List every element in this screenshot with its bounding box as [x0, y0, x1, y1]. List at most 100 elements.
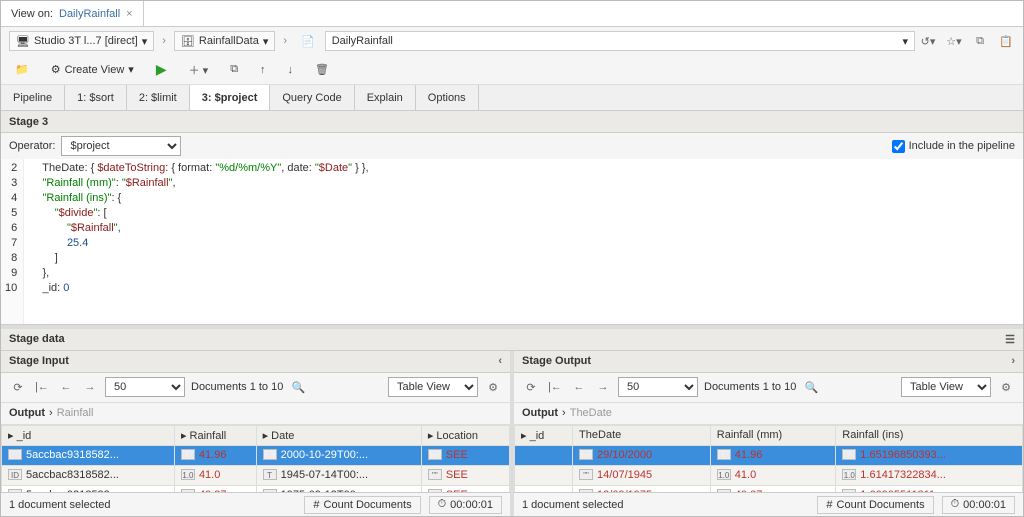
output-table[interactable]: ▸ _id TheDate Rainfall (mm) Rainfall (in…	[514, 425, 1023, 493]
table-row[interactable]: ID5accbac8318582...1.041.0T1945-07-14T00…	[2, 465, 510, 485]
stage-header: Stage 3	[1, 111, 1023, 133]
next-page-icon[interactable]: →	[81, 378, 99, 396]
refresh-icon[interactable]: ⟳	[522, 378, 540, 396]
input-tools: ⟳ |← ← → 50 Documents 1 to 10 🔍 Table Vi…	[1, 373, 510, 403]
stage-input-panel: Stage Input ‹ ⟳ |← ← → 50 Documents 1 to…	[1, 351, 510, 517]
tab-explain[interactable]: Explain	[355, 85, 416, 110]
tab-sort[interactable]: 1: $sort	[65, 85, 127, 110]
layout-icon[interactable]: ☰	[1005, 333, 1015, 346]
page-size-select[interactable]: 50	[105, 377, 185, 397]
output-label: Output	[9, 407, 45, 419]
count-documents-button[interactable]: #Count Documents	[817, 496, 933, 514]
close-icon[interactable]: ×	[126, 8, 132, 20]
table-row[interactable]: ID5accbac9318582...1.041.96T2000-10-29T0…	[2, 445, 510, 465]
output-output-path[interactable]: Output › TheDate	[514, 403, 1023, 425]
stage-output-title: Stage Output	[522, 355, 591, 367]
history-icon[interactable]: ↺▾	[919, 32, 937, 50]
page-range: Documents 1 to 10	[704, 381, 796, 393]
input-output-path[interactable]: Output › Rainfall	[1, 403, 510, 425]
tab-limit[interactable]: 2: $limit	[127, 85, 190, 110]
stage-output-panel: Stage Output › ⟳ |← ← → 50 Documents 1 t…	[514, 351, 1023, 517]
chevron-down-icon: ▾	[263, 35, 269, 48]
input-table[interactable]: ▸ _id ▸ Rainfall ▸ Date ▸ Location ID5ac…	[1, 425, 510, 493]
line-gutter: 2345678910	[1, 159, 24, 324]
col-ins: Rainfall (ins)	[842, 429, 903, 441]
gear-icon[interactable]: ⚙	[997, 378, 1015, 396]
editor-tab[interactable]: View on: DailyRainfall ×	[1, 1, 144, 26]
col-location: Location	[436, 430, 478, 442]
table-row[interactable]: ""13/09/19751.040.871.01.60905511811	[515, 485, 1023, 492]
stage-data-panels: Stage Input ‹ ⟳ |← ← → 50 Documents 1 to…	[1, 351, 1023, 517]
tab-title: DailyRainfall	[59, 8, 120, 20]
include-pipeline-checkbox[interactable]: Include in the pipeline	[892, 140, 1015, 153]
operator-label: Operator:	[9, 140, 55, 152]
output-statusbar: 1 document selected #Count Documents ⏱ 0…	[514, 492, 1023, 516]
refresh-icon[interactable]: ⟳	[9, 378, 27, 396]
run-button[interactable]: ▶	[150, 59, 173, 81]
tab-query-code[interactable]: Query Code	[270, 85, 354, 110]
search-icon[interactable]: 🔍	[289, 378, 307, 396]
prev-page-icon[interactable]: ←	[57, 378, 75, 396]
view-mode-select[interactable]: Table View	[388, 377, 478, 397]
first-page-icon[interactable]: |←	[546, 378, 564, 396]
col-id: _id	[17, 430, 32, 442]
duplicate-stage-icon[interactable]: ⧉	[224, 59, 244, 81]
table-row[interactable]: ""14/07/19451.041.01.01.61417322834...	[515, 465, 1023, 485]
chevron-right-icon: ›	[49, 407, 53, 419]
search-icon[interactable]: 🔍	[802, 378, 820, 396]
star-icon[interactable]: ☆▾	[945, 32, 963, 50]
collapse-left-icon[interactable]: ‹	[498, 355, 502, 367]
include-label: Include in the pipeline	[909, 140, 1015, 152]
folder-icon[interactable]: 📁	[9, 59, 35, 81]
time-value: 00:00:01	[450, 499, 493, 511]
crumb-database[interactable]: 🗄 RainfallData ▾	[174, 31, 275, 51]
table-header-row: ▸ _id ▸ Rainfall ▸ Date ▸ Location	[2, 425, 510, 445]
tab-prefix: View on:	[11, 8, 53, 20]
crumb-coll-icon: 📄	[295, 31, 321, 51]
output-path-value: Rainfall	[57, 407, 94, 419]
add-stage-button[interactable]: ＋ ▾	[183, 59, 215, 81]
table-row[interactable]: ""29/10/20001.041.961.01.65196850393...	[515, 445, 1023, 465]
col-thedate: TheDate	[579, 429, 621, 441]
view-mode-select[interactable]: Table View	[901, 377, 991, 397]
breadcrumb: 🖥 Studio 3T l...7 [direct] ▾ › 🗄 Rainfal…	[1, 27, 1023, 55]
tab-pipeline[interactable]: Pipeline	[1, 85, 65, 110]
editor-tabbar: View on: DailyRainfall ×	[1, 1, 1023, 27]
tab-project[interactable]: 3: $project	[190, 85, 271, 110]
server-icon: 🖥	[16, 35, 30, 48]
page-size-select[interactable]: 50	[618, 377, 698, 397]
tab-options[interactable]: Options	[416, 85, 479, 110]
paste-icon[interactable]: 📋	[997, 32, 1015, 50]
delete-icon[interactable]: 🗑	[309, 59, 335, 81]
crumb-connection[interactable]: 🖥 Studio 3T l...7 [direct] ▾	[9, 31, 154, 51]
code-editor[interactable]: 2345678910 TheDate: { $dateToString: { f…	[1, 159, 1023, 325]
chevron-right-icon: ›	[158, 35, 170, 47]
collection-path-field[interactable]: DailyRainfall ▾	[325, 31, 915, 51]
table-row[interactable]: ID5accbac93185821.040.87T1975-09-13T00:"…	[2, 485, 510, 492]
copy-icon[interactable]: ⧉	[971, 32, 989, 50]
chevron-down-icon: ▾	[902, 35, 908, 48]
move-up-icon[interactable]: ↑	[254, 59, 272, 81]
collapse-right-icon[interactable]: ›	[1011, 355, 1015, 367]
stage-input-title: Stage Input	[9, 355, 69, 367]
create-view-button[interactable]: ⚙ Create View ▾	[45, 59, 140, 81]
include-checkbox-input[interactable]	[892, 140, 905, 153]
count-label: Count Documents	[837, 499, 925, 511]
count-documents-button[interactable]: #Count Documents	[304, 496, 420, 514]
crumb-connection-label: Studio 3T l...7 [direct]	[34, 35, 138, 47]
gear-icon[interactable]: ⚙	[484, 378, 502, 396]
input-selection-status: 1 document selected	[9, 499, 296, 511]
stage-input-header: Stage Input ‹	[1, 351, 510, 373]
next-page-icon[interactable]: →	[594, 378, 612, 396]
elapsed-time: ⏱ 00:00:01	[942, 496, 1015, 514]
stage-output-header: Stage Output ›	[514, 351, 1023, 373]
chevron-down-icon: ▾	[128, 63, 134, 76]
operator-select[interactable]: $project	[61, 136, 181, 156]
prev-page-icon[interactable]: ←	[570, 378, 588, 396]
code-body[interactable]: TheDate: { $dateToString: { format: "%d/…	[24, 159, 374, 324]
first-page-icon[interactable]: |←	[33, 378, 51, 396]
collection-name: DailyRainfall	[332, 35, 393, 47]
col-mm: Rainfall (mm)	[717, 429, 782, 441]
chevron-right-icon: ›	[562, 407, 566, 419]
move-down-icon[interactable]: ↓	[282, 59, 300, 81]
